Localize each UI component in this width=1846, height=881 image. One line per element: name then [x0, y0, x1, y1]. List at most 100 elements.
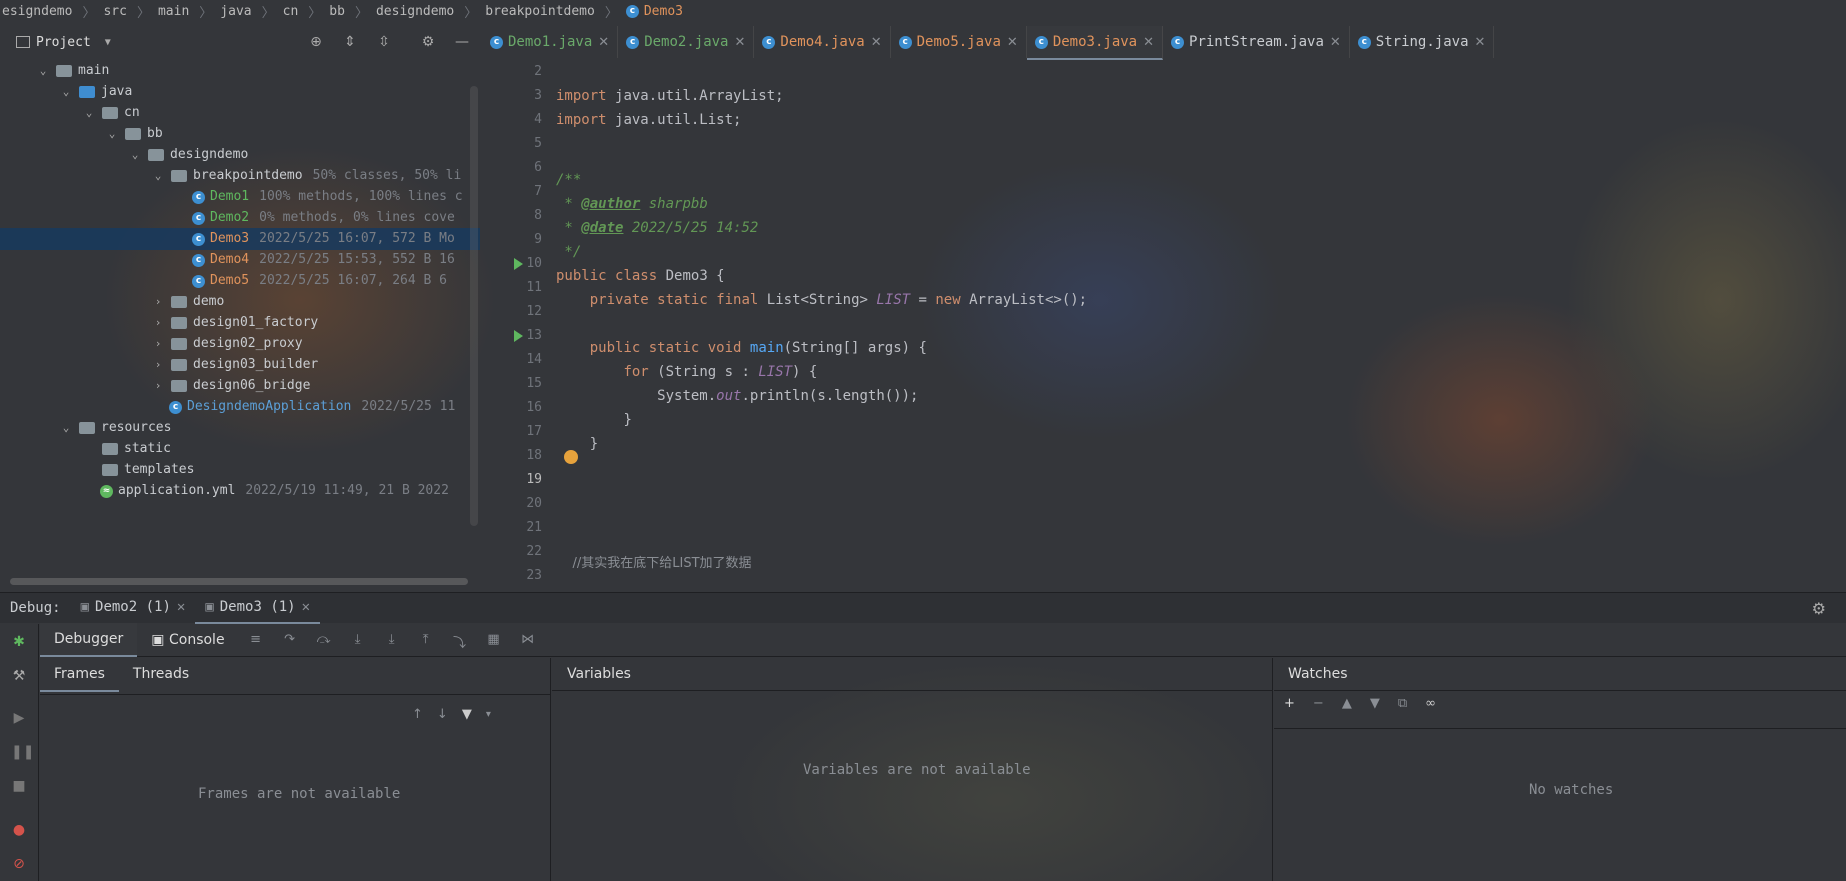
arrow-up-icon[interactable]: ↑ — [412, 707, 423, 722]
chevron-right-icon[interactable]: › — [151, 375, 165, 397]
tree-horizontal-scrollbar[interactable] — [10, 578, 468, 585]
arrow-down-icon[interactable]: ↓ — [437, 707, 448, 722]
expand-all-icon[interactable]: ⇕ — [342, 34, 358, 50]
lightbulb-icon[interactable] — [564, 450, 578, 464]
move-up-icon[interactable]: ▲ — [1342, 696, 1352, 711]
chevron-down-icon[interactable]: ⌄ — [128, 144, 142, 166]
evaluate-expression-icon[interactable]: ▦ — [485, 632, 503, 648]
chevron-down-icon[interactable]: ⌄ — [59, 81, 73, 103]
show-execution-point-icon[interactable]: ↷ — [281, 632, 299, 648]
breadcrumb-item[interactable]: cn 〉 — [281, 2, 328, 21]
chevron-down-icon[interactable]: ⌄ — [151, 165, 165, 187]
chevron-right-icon[interactable]: › — [151, 312, 165, 334]
tab-console[interactable]: ▣ Console — [137, 624, 238, 656]
tree-item-designdemoapplication[interactable]: c DesigndemoApplication 2022/5/25 11 — [0, 396, 480, 418]
close-icon[interactable]: ✕ — [871, 35, 882, 50]
locate-icon[interactable]: ⊕ — [308, 34, 324, 50]
breadcrumb-item[interactable]: main 〉 — [156, 2, 218, 21]
tab-demo2-java[interactable]: c Demo2.java ✕ — [618, 26, 755, 58]
close-icon[interactable]: ✕ — [1143, 35, 1154, 50]
breadcrumb-item[interactable]: breakpointdemo 〉 — [483, 2, 624, 21]
tab-demo4-java[interactable]: c Demo4.java ✕ — [754, 26, 891, 58]
close-icon[interactable]: ✕ — [302, 599, 310, 615]
chevron-down-icon[interactable]: ⌄ — [59, 417, 73, 439]
breadcrumb-item[interactable]: designdemo 〉 — [374, 2, 483, 21]
run-to-cursor-icon[interactable]: ⤵ — [451, 632, 469, 651]
tree-item-designdemo[interactable]: ⌄ designdemo — [0, 144, 480, 166]
breadcrumb-item[interactable]: c Demo3 — [624, 4, 689, 19]
trace-icon[interactable]: ⋈ — [519, 632, 537, 648]
gear-icon[interactable]: ⚙ — [420, 34, 436, 50]
move-down-icon[interactable]: ▼ — [1370, 696, 1380, 711]
chevron-down-icon[interactable]: ▾ — [486, 709, 491, 720]
menu-icon[interactable]: ≡ — [247, 632, 265, 648]
tree-item-static[interactable]: static — [0, 438, 480, 460]
breadcrumb-item[interactable]: src 〉 — [101, 2, 156, 21]
tree-item-design03-builder[interactable]: › design03_builder — [0, 354, 480, 376]
tree-item-demo[interactable]: › demo — [0, 291, 480, 313]
debug-session-tab[interactable]: ▣ Demo2 (1) ✕ — [71, 592, 196, 622]
tab-debugger[interactable]: Debugger — [40, 623, 138, 657]
close-icon[interactable]: ✕ — [1330, 35, 1341, 50]
step-out-icon[interactable]: ⤒ — [417, 632, 435, 648]
view-breakpoints-icon[interactable]: ● — [11, 822, 27, 838]
gear-icon[interactable]: ⚙ — [1812, 599, 1826, 618]
tree-item-java[interactable]: ⌄ java — [0, 81, 480, 103]
tab-string-java[interactable]: c String.java ✕ — [1350, 26, 1495, 58]
tree-item-resources[interactable]: ⌄ resources — [0, 417, 480, 439]
chevron-right-icon[interactable]: › — [151, 354, 165, 376]
tab-demo3-java[interactable]: c Demo3.java ✕ — [1026, 26, 1164, 60]
tree-item-cn[interactable]: ⌄ cn — [0, 102, 480, 124]
step-over-icon[interactable]: ⤼ — [315, 632, 333, 648]
run-gutter-icon[interactable] — [514, 330, 523, 342]
tab-demo5-java[interactable]: c Demo5.java ✕ — [891, 26, 1027, 58]
tab-threads[interactable]: Threads — [119, 658, 203, 690]
step-into-icon[interactable]: ⤓ — [349, 632, 367, 648]
breadcrumb-item[interactable]: java 〉 — [218, 2, 280, 21]
minimize-icon[interactable]: — — [454, 34, 470, 50]
tree-item-demo2[interactable]: c Demo2 0% methods, 0% lines cove — [0, 207, 480, 229]
filter-icon[interactable]: ▼ — [462, 707, 472, 722]
tree-item-demo4[interactable]: c Demo4 2022/5/25 15:53, 552 B 16 — [0, 249, 480, 271]
add-watch-icon[interactable]: + — [1284, 696, 1295, 711]
tree-scrollbar[interactable] — [470, 86, 478, 526]
debug-bug-icon[interactable]: ✱ — [11, 634, 27, 650]
breadcrumb-item[interactable]: esigndemo 〉 — [0, 2, 101, 21]
chevron-right-icon[interactable]: › — [151, 291, 165, 313]
pause-icon[interactable]: ❚❚ — [11, 744, 34, 760]
tree-item-breakpointdemo[interactable]: ⌄ breakpointdemo 50% classes, 50% li — [0, 165, 480, 187]
tree-item-design02-proxy[interactable]: › design02_proxy — [0, 333, 480, 355]
stop-icon[interactable]: ■ — [11, 778, 27, 794]
chevron-down-icon[interactable]: ⌄ — [105, 123, 119, 145]
close-icon[interactable]: ✕ — [1475, 35, 1486, 50]
code-editor[interactable]: 2 3 4 5 6 7 8 9 10 11 12 13 14 15 16 17 18 19 20 21 22 23 imp… — [482, 60, 1846, 588]
force-step-into-icon[interactable]: ⤓ — [383, 632, 401, 648]
remove-watch-icon[interactable]: − — [1313, 696, 1324, 711]
glasses-icon[interactable]: ∞ — [1425, 696, 1436, 711]
tree-item-design01-factory[interactable]: › design01_factory — [0, 312, 480, 334]
mute-breakpoints-icon[interactable]: ⊘ — [11, 856, 27, 872]
tree-item-application-yml[interactable]: ≈ application.yml 2022/5/19 11:49, 21 B 20… — [0, 480, 480, 502]
close-icon[interactable]: ✕ — [1007, 35, 1018, 50]
tree-item-design06-bridge[interactable]: › design06_bridge — [0, 375, 480, 397]
tab-printstream-java[interactable]: c PrintStream.java ✕ — [1163, 26, 1350, 58]
breadcrumb-item[interactable]: bb 〉 — [327, 2, 374, 21]
close-icon[interactable]: ✕ — [177, 599, 185, 615]
tree-item-demo5[interactable]: c Demo5 2022/5/25 16:07, 264 B 6 — [0, 270, 480, 292]
copy-icon[interactable]: ⧉ — [1398, 696, 1407, 711]
tree-item-main[interactable]: ⌄ main — [0, 60, 480, 82]
collapse-all-icon[interactable]: ⇳ — [376, 34, 392, 50]
run-gutter-icon[interactable] — [514, 258, 523, 270]
tree-item-bb[interactable]: ⌄ bb — [0, 123, 480, 145]
tree-item-demo1[interactable]: c Demo1 100% methods, 100% lines c — [0, 186, 480, 208]
resume-icon[interactable]: ▶ — [11, 710, 27, 726]
close-icon[interactable]: ✕ — [598, 35, 609, 50]
project-view-selector[interactable]: Project ▼ — [16, 35, 111, 50]
chevron-right-icon[interactable]: › — [151, 333, 165, 355]
wrench-icon[interactable]: ⚒ — [11, 668, 27, 684]
tree-item-demo3[interactable]: c Demo3 2022/5/25 16:07, 572 B Mo — [0, 228, 480, 250]
tab-frames[interactable]: Frames — [40, 658, 119, 692]
tab-demo1-java[interactable]: c Demo1.java ✕ — [482, 26, 619, 58]
chevron-down-icon[interactable]: ⌄ — [36, 60, 50, 82]
debug-session-tab[interactable]: ▣ Demo3 (1) ✕ — [195, 592, 321, 624]
